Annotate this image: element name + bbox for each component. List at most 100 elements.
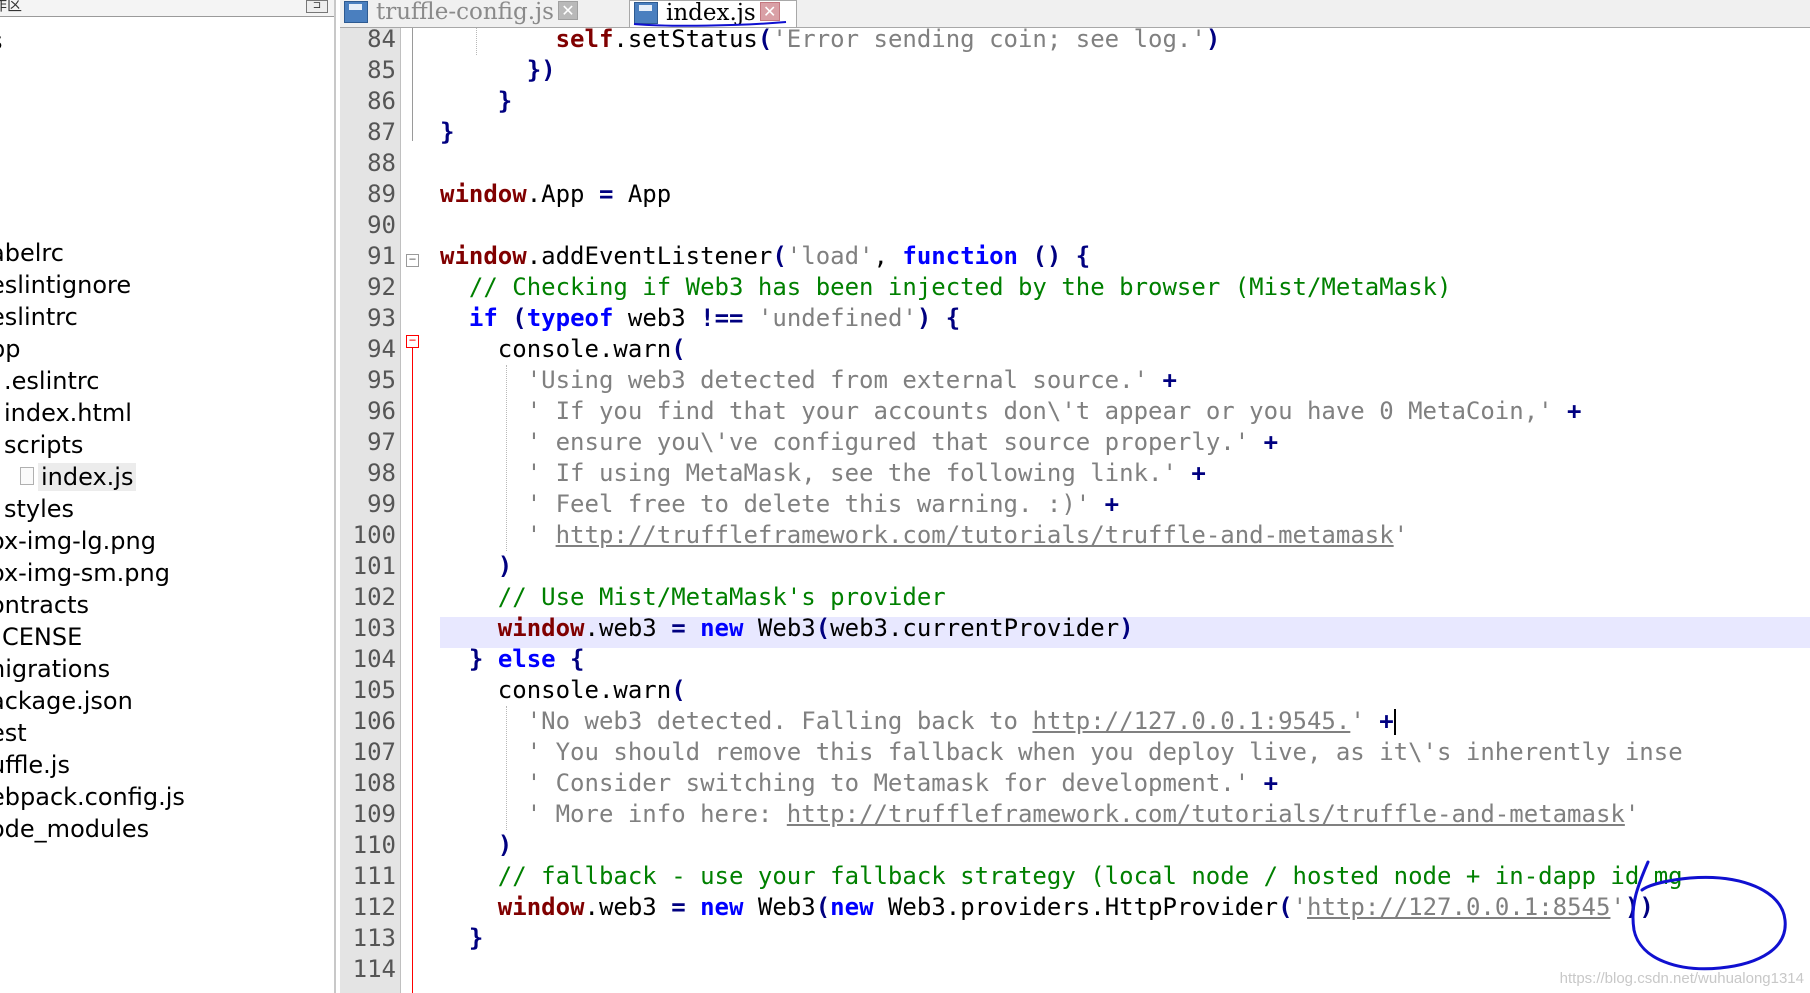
tree-item-label: nigrations [0, 655, 111, 683]
tree-item-label: ontracts [0, 591, 89, 619]
tab-underline-annotation [633, 21, 787, 27]
line-number: 94 [367, 335, 396, 363]
code-editor[interactable]: 84 85 86 87 88 89 90 91 92 93 94 95 96 97 98 99 100 101 10… [340, 28, 1810, 993]
tree-item[interactable]: pp [0, 332, 20, 366]
code-link[interactable]: http://127.0.0.1:8545 [1307, 893, 1610, 921]
fold-minus-icon[interactable]: − [406, 334, 419, 348]
tree-item[interactable]: abelrc [0, 236, 64, 270]
tree-item[interactable]: ontracts [0, 588, 89, 622]
line-number: 114 [352, 955, 396, 983]
line-number: 107 [352, 738, 396, 766]
tree-item[interactable]: ox-img-lg.png [0, 524, 156, 558]
code-line-91: window.addEventListener('load', function… [440, 242, 1091, 270]
tree-panel-header: 作区 ⊐ [0, 0, 334, 17]
code-line-100: ' http://truffleframework.com/tutorials/… [526, 521, 1409, 549]
line-number: 103 [352, 614, 396, 642]
code-link[interactable]: http://truffleframework.com/tutorials/tr… [787, 800, 1625, 828]
code-line-84: self.setStatus('Error sending coin; see … [555, 28, 1221, 53]
indent-guide [506, 706, 508, 830]
code-line-109: ' More info here: http://truffleframewor… [526, 800, 1640, 828]
close-icon[interactable]: ✕ [557, 1, 578, 20]
tree-item[interactable]: nigrations [0, 652, 110, 686]
tree-item[interactable]: eslintignore [0, 268, 131, 302]
project-tree-panel: 作区 ⊐ s abelrc eslintignore eslintrc pp .eslin… [0, 0, 336, 993]
line-number: 109 [352, 800, 396, 828]
line-number: 86 [367, 87, 396, 115]
code-line-89: window.App = App [440, 180, 672, 208]
code-line-97: ' ensure you\'ve configured that source … [526, 428, 1279, 456]
tree-item[interactable]: scripts [4, 428, 83, 462]
code-line-104: } else { [468, 645, 585, 673]
tree-item-label: ode_modules [0, 815, 150, 843]
tab-truffle-config-js[interactable]: truffle-config.js ✕ [340, 0, 625, 27]
fold-minus-icon[interactable]: − [406, 253, 419, 267]
tree-item[interactable]: uffle.js [0, 748, 70, 782]
line-number: 99 [367, 490, 396, 518]
tree-item[interactable]: ebpack.config.js [0, 780, 185, 814]
line-number: 89 [367, 180, 396, 208]
tree-item[interactable]: est [0, 716, 27, 750]
code-line-112: window.web3 = new Web3(new Web3.provider… [497, 893, 1654, 921]
tree-item-label: ebpack.config.js [0, 783, 185, 811]
tree-item-label: abelrc [0, 239, 64, 267]
tree-item-label: ox-img-lg.png [0, 527, 156, 555]
line-number: 108 [352, 769, 396, 797]
tree-item-label: est [0, 719, 27, 747]
tree-item-label: styles [4, 495, 75, 523]
line-number: 113 [352, 924, 396, 952]
tree-item[interactable]: eslintrc [0, 300, 78, 334]
fold-range-line [412, 348, 413, 993]
code-line-86: } [497, 87, 513, 115]
annotation-circle [1631, 860, 1787, 971]
tree-item-label: eslintignore [0, 271, 132, 299]
file-icon [20, 467, 34, 485]
code-line-113: } [468, 924, 484, 952]
line-number: 84 [367, 28, 396, 53]
tree-item[interactable]: index.html [4, 396, 132, 430]
code-line-92: // Checking if Web3 has been injected by… [468, 273, 1452, 301]
code-link[interactable]: http://127.0.0.1:9545. [1032, 707, 1350, 735]
line-number: 98 [367, 459, 396, 487]
tree-item[interactable]: ox-img-sm.png [0, 556, 170, 590]
tree-item[interactable]: index.js [20, 460, 137, 494]
tree-item[interactable]: .eslintrc [4, 364, 99, 398]
tree-item[interactable]: ode_modules [0, 812, 149, 846]
tree-item[interactable]: styles [4, 492, 74, 526]
line-number: 97 [367, 428, 396, 456]
line-number: 106 [352, 707, 396, 735]
code-link[interactable]: http://truffleframework.com/tutorials/tr… [556, 521, 1394, 549]
line-number: 100 [352, 521, 396, 549]
code-line-95: 'Using web3 detected from external sourc… [526, 366, 1177, 394]
line-number: 85 [367, 56, 396, 84]
code-line-94: console.warn( [440, 335, 686, 363]
code-line-106: 'No web3 detected. Falling back to http:… [526, 707, 1396, 735]
code-line-96: ' If you find that your accounts don\'t … [526, 397, 1582, 425]
code-line-98: ' If using MetaMask, see the following l… [526, 459, 1206, 487]
line-number-gutter: 84 85 86 87 88 89 90 91 92 93 94 95 96 97 98 99 100 101 10… [340, 28, 401, 993]
tree-item-label: index.html [4, 399, 132, 427]
code-line-103: window.web3 = new Web3(web3.currentProvi… [497, 614, 1134, 642]
tree-item-label: index.js [38, 463, 137, 491]
code-line-107: ' You should remove this fallback when y… [526, 738, 1683, 766]
tree-item-label: .eslintrc [4, 367, 100, 395]
line-number: 91 [367, 242, 396, 270]
tree-item-label: eslintrc [0, 303, 78, 331]
tree-panel-title: 作区 [0, 0, 23, 14]
tree-item[interactable]: ackage.json [0, 684, 133, 718]
tab-label: truffle-config.js [376, 0, 554, 25]
line-number: 93 [367, 304, 396, 332]
line-number: 110 [352, 831, 396, 859]
tree-item-label: ox-img-sm.png [0, 559, 170, 587]
code-line-93: if (typeof web3 !== 'undefined') { [468, 304, 961, 332]
code-line-111: // fallback - use your fallback strategy… [497, 862, 1683, 890]
tree-item[interactable]: CENSE [2, 620, 82, 654]
tree-item-label: scripts [4, 431, 84, 459]
code-line-99: ' Feel free to delete this warning. :)' … [526, 490, 1120, 518]
line-number: 101 [352, 552, 396, 580]
line-number: 90 [367, 211, 396, 239]
tree-item[interactable]: s [0, 24, 3, 58]
close-icon[interactable]: ✕ [759, 2, 780, 21]
line-number: 88 [367, 149, 396, 177]
fold-range-line [412, 28, 413, 141]
pin-icon[interactable]: ⊐ [306, 0, 328, 13]
